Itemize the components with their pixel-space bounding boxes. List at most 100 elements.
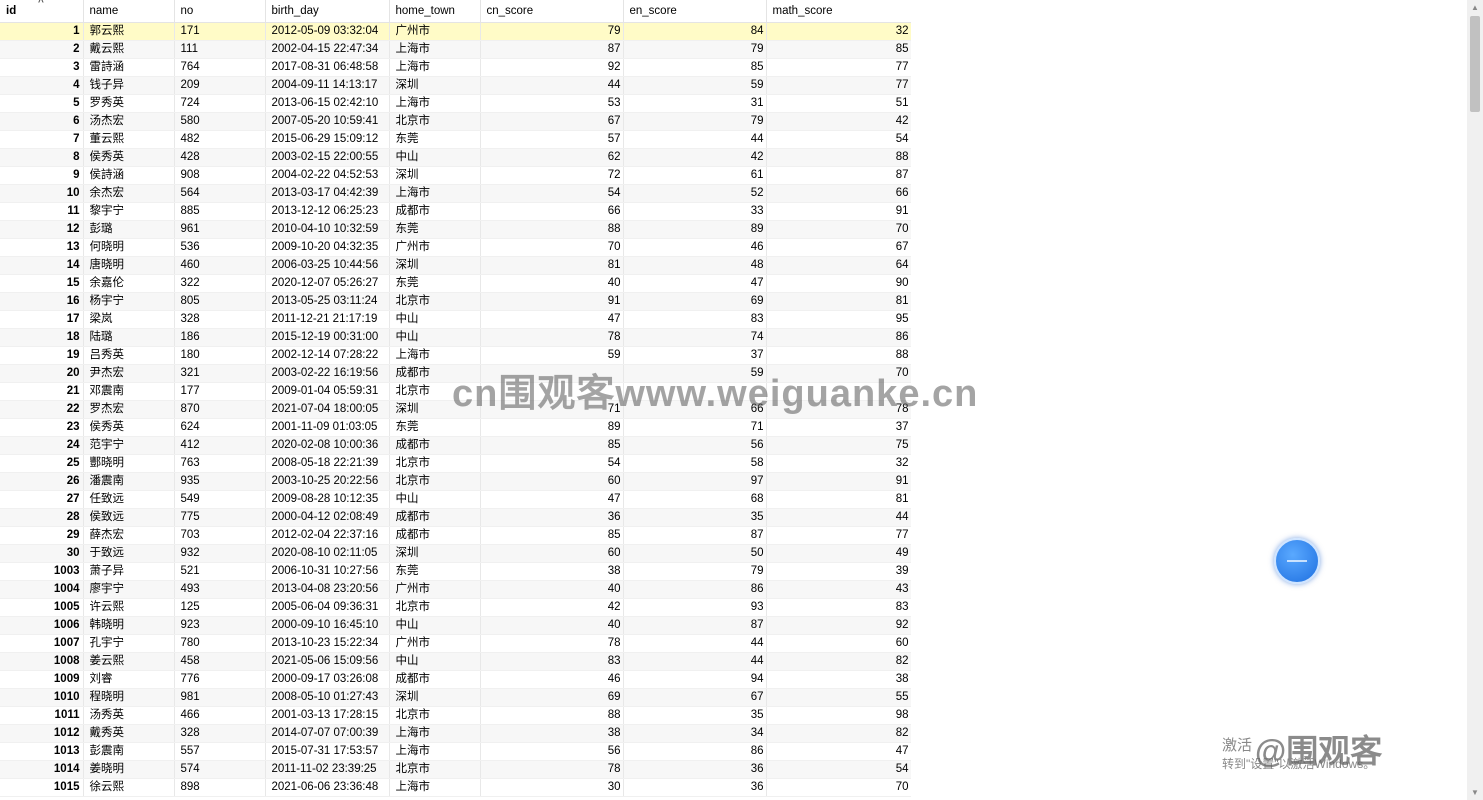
cell-cn-score[interactable]: 42 (480, 598, 624, 617)
cell-cn-score[interactable]: 85 (480, 436, 624, 455)
cell-id[interactable]: 12 (0, 220, 84, 239)
cell-en-score[interactable]: 37 (623, 346, 767, 365)
cell-en-score[interactable]: 35 (623, 706, 767, 725)
floating-assistant-icon[interactable] (1274, 538, 1320, 584)
cell-math-score[interactable]: 70 (766, 364, 911, 383)
cell-name[interactable]: 廖宇宁 (83, 580, 175, 599)
cell-home-town[interactable]: 中山 (389, 616, 481, 635)
cell-math-score[interactable]: 51 (766, 94, 911, 113)
cell-home-town[interactable]: 北京市 (389, 292, 481, 311)
cell-home-town[interactable]: 上海市 (389, 184, 481, 203)
cell-math-score[interactable]: 81 (766, 292, 911, 311)
cell-math-score[interactable]: 64 (766, 256, 911, 275)
cell-math-score[interactable]: 32 (766, 22, 911, 41)
table-row[interactable]: 8 侯秀英 428 2003-02-15 22:00:55 中山 62 42 88 (0, 148, 911, 167)
cell-math-score[interactable] (766, 382, 911, 401)
cell-math-score[interactable]: 42 (766, 112, 911, 131)
cell-home-town[interactable]: 中山 (389, 148, 481, 167)
cell-name[interactable]: 徐云熙 (83, 778, 175, 797)
cell-name[interactable]: 雷詩涵 (83, 58, 175, 77)
cell-name[interactable]: 罗秀英 (83, 94, 175, 113)
table-row[interactable]: 1013 彭震南 557 2015-07-31 17:53:57 上海市 56 86 47 (0, 742, 911, 761)
cell-home-town[interactable]: 上海市 (389, 742, 481, 761)
cell-cn-score[interactable]: 36 (480, 508, 624, 527)
cell-home-town[interactable]: 深圳 (389, 544, 481, 563)
cell-math-score[interactable]: 91 (766, 472, 911, 491)
cell-id[interactable]: 11 (0, 202, 84, 221)
table-row[interactable]: 9 侯詩涵 908 2004-02-22 04:52:53 深圳 72 61 87 (0, 166, 911, 185)
cell-math-score[interactable]: 95 (766, 310, 911, 329)
column-header-cn-score[interactable]: cn_score (480, 0, 624, 23)
cell-en-score[interactable]: 67 (623, 688, 767, 707)
cell-id[interactable]: 1003 (0, 562, 84, 581)
cell-cn-score[interactable]: 30 (480, 778, 624, 797)
cell-name[interactable]: 汤秀英 (83, 706, 175, 725)
cell-no[interactable]: 703 (174, 526, 266, 545)
cell-id[interactable]: 18 (0, 328, 84, 347)
cell-cn-score[interactable]: 71 (480, 400, 624, 419)
cell-id[interactable]: 25 (0, 454, 84, 473)
cell-math-score[interactable]: 87 (766, 166, 911, 185)
cell-id[interactable]: 20 (0, 364, 84, 383)
table-row[interactable]: 23 侯秀英 624 2001-11-09 01:03:05 东莞 89 71 37 (0, 418, 911, 437)
cell-home-town[interactable]: 上海市 (389, 778, 481, 797)
cell-home-town[interactable]: 中山 (389, 310, 481, 329)
cell-id[interactable]: 26 (0, 472, 84, 491)
scroll-up-arrow-icon[interactable]: ▲ (1471, 3, 1479, 12)
cell-math-score[interactable]: 75 (766, 436, 911, 455)
cell-no[interactable]: 521 (174, 562, 266, 581)
cell-name[interactable]: 侯秀英 (83, 148, 175, 167)
cell-cn-score[interactable]: 46 (480, 670, 624, 689)
cell-birth-day[interactable]: 2013-06-15 02:42:10 (265, 94, 390, 113)
cell-en-score[interactable] (623, 382, 767, 401)
cell-math-score[interactable]: 54 (766, 130, 911, 149)
cell-id[interactable]: 2 (0, 40, 84, 59)
cell-math-score[interactable]: 60 (766, 634, 911, 653)
cell-id[interactable]: 10 (0, 184, 84, 203)
column-header-birth-day[interactable]: birth_day (265, 0, 390, 23)
cell-name[interactable]: 何晓明 (83, 238, 175, 257)
column-header-no[interactable]: no (174, 0, 266, 23)
cell-birth-day[interactable]: 2009-10-20 04:32:35 (265, 238, 390, 257)
cell-name[interactable]: 侯詩涵 (83, 166, 175, 185)
cell-en-score[interactable]: 58 (623, 454, 767, 473)
sort-ascending-icon[interactable]: ^ (38, 0, 44, 8)
cell-name[interactable]: 酆晓明 (83, 454, 175, 473)
cell-birth-day[interactable]: 2011-12-21 21:17:19 (265, 310, 390, 329)
cell-id[interactable]: 27 (0, 490, 84, 509)
cell-no[interactable]: 780 (174, 634, 266, 653)
cell-no[interactable]: 209 (174, 76, 266, 95)
cell-birth-day[interactable]: 2009-01-04 05:59:31 (265, 382, 390, 401)
cell-math-score[interactable]: 54 (766, 760, 911, 779)
table-row[interactable]: 17 梁岚 328 2011-12-21 21:17:19 中山 47 83 95 (0, 310, 911, 329)
cell-math-score[interactable]: 66 (766, 184, 911, 203)
cell-no[interactable]: 549 (174, 490, 266, 509)
table-row[interactable]: 3 雷詩涵 764 2017-08-31 06:48:58 上海市 92 85 77 (0, 58, 911, 77)
cell-name[interactable]: 姜云熙 (83, 652, 175, 671)
table-row[interactable]: 11 黎宇宁 885 2013-12-12 06:25:23 成都市 66 33 91 (0, 202, 911, 221)
cell-en-score[interactable]: 61 (623, 166, 767, 185)
table-row[interactable]: 1005 许云熙 125 2005-06-04 09:36:31 北京市 42 93 83 (0, 598, 911, 617)
cell-home-town[interactable]: 成都市 (389, 526, 481, 545)
cell-id[interactable]: 30 (0, 544, 84, 563)
cell-name[interactable]: 彭震南 (83, 742, 175, 761)
cell-cn-score[interactable] (480, 382, 624, 401)
cell-name[interactable]: 陆璐 (83, 328, 175, 347)
table-row[interactable]: 1011 汤秀英 466 2001-03-13 17:28:15 北京市 88 35 98 (0, 706, 911, 725)
cell-en-score[interactable]: 71 (623, 418, 767, 437)
table-row[interactable]: 13 何晓明 536 2009-10-20 04:32:35 广州市 70 46 67 (0, 238, 911, 257)
cell-id[interactable]: 1011 (0, 706, 84, 725)
cell-home-town[interactable]: 北京市 (389, 112, 481, 131)
cell-math-score[interactable]: 88 (766, 346, 911, 365)
cell-id[interactable]: 15 (0, 274, 84, 293)
table-row[interactable]: 28 侯致远 775 2000-04-12 02:08:49 成都市 36 35 44 (0, 508, 911, 527)
cell-math-score[interactable]: 47 (766, 742, 911, 761)
cell-no[interactable]: 125 (174, 598, 266, 617)
cell-home-town[interactable]: 成都市 (389, 202, 481, 221)
cell-cn-score[interactable] (480, 364, 624, 383)
cell-en-score[interactable]: 44 (623, 130, 767, 149)
cell-id[interactable]: 8 (0, 148, 84, 167)
cell-home-town[interactable]: 上海市 (389, 40, 481, 59)
cell-id[interactable]: 6 (0, 112, 84, 131)
cell-cn-score[interactable]: 40 (480, 616, 624, 635)
